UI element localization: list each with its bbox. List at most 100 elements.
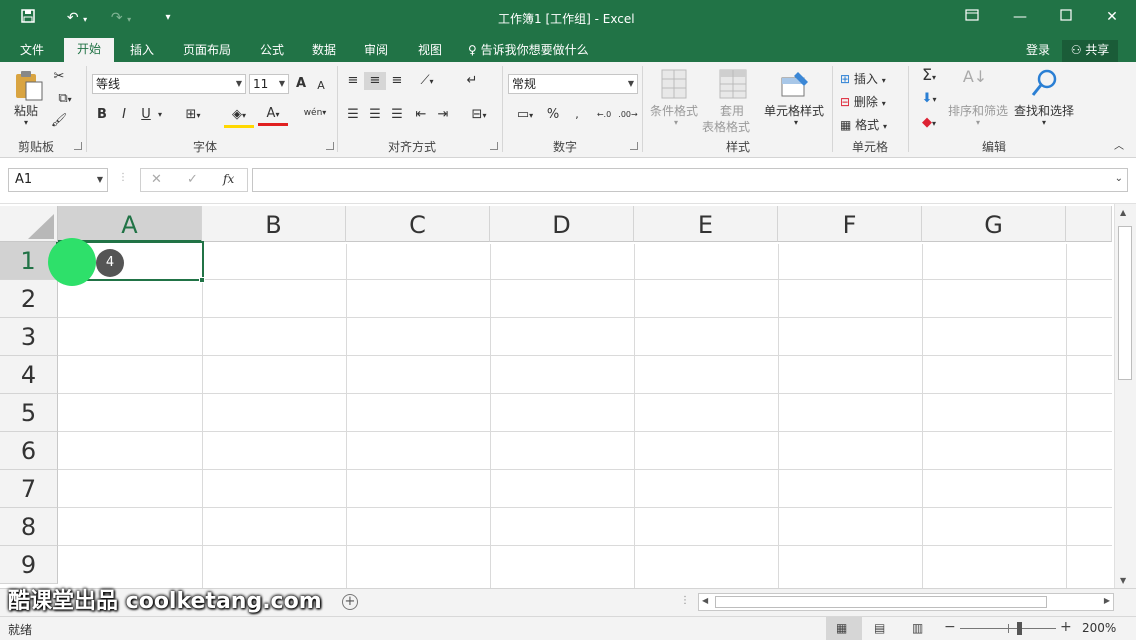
clipboard-launcher-icon[interactable] [74,142,82,150]
worksheet-grid[interactable]: A B C D E F G 1 2 3 4 5 6 7 8 9 4 ▲ ▼ [0,204,1136,588]
save-icon[interactable] [18,8,38,28]
zoom-slider-thumb[interactable] [1017,622,1022,635]
italic-button[interactable]: I [116,106,132,124]
zoom-out-icon[interactable]: − [944,619,956,635]
vertical-scroll-thumb[interactable] [1118,226,1132,380]
vertical-scrollbar[interactable]: ▲ ▼ [1114,204,1136,588]
row-header-8[interactable]: 8 [0,508,58,546]
decrease-font-icon[interactable]: A [314,77,328,95]
copy-icon[interactable]: ⧉▾ [50,90,80,109]
format-cells-button[interactable]: ▦ 格式 ▾ [840,116,887,133]
customize-quick-access-icon[interactable]: ▾ [158,8,178,28]
underline-button[interactable]: U [138,106,154,124]
alignment-launcher-icon[interactable] [490,142,498,150]
decrease-indent-icon[interactable]: ⇤ [412,106,430,124]
paste-icon[interactable] [12,68,46,102]
tab-formulas[interactable]: 公式 [252,40,292,62]
scroll-right-icon[interactable]: ▶ [1104,596,1110,605]
tab-data[interactable]: 数据 [304,40,344,62]
font-launcher-icon[interactable] [326,142,334,150]
column-header-G[interactable]: G [922,206,1066,242]
fill-color-icon[interactable]: ◈▾ [224,106,254,128]
tab-home[interactable]: 开始 [64,38,114,62]
tab-review[interactable]: 审阅 [356,40,396,62]
accounting-format-icon[interactable]: ▭▾ [510,106,540,125]
cell-styles-icon[interactable] [780,68,812,100]
delete-cells-button[interactable]: ⊟ 删除 ▾ [840,93,886,110]
column-header-D[interactable]: D [490,206,634,242]
row-header-4[interactable]: 4 [0,356,58,394]
row-header-6[interactable]: 6 [0,432,58,470]
align-top-icon[interactable]: ≡ [344,72,362,90]
cut-icon[interactable]: ✂ [50,68,68,86]
column-header-partial[interactable] [1066,206,1112,242]
ribbon-display-options-icon[interactable] [960,4,984,30]
tell-me-box[interactable]: ♀ 告诉我你想要做什么 [468,40,608,62]
column-header-E[interactable]: E [634,206,778,242]
increase-indent-icon[interactable]: ⇥ [434,106,452,124]
zoom-in-icon[interactable]: + [1060,619,1072,635]
tab-view[interactable]: 视图 [410,40,450,62]
underline-dropdown-icon[interactable]: ▾ [154,106,166,124]
share-button[interactable]: ⚇ 共享 [1062,40,1118,62]
scroll-left-icon[interactable]: ◀ [702,596,708,605]
page-break-view-icon[interactable]: ▥ [912,621,923,635]
find-select-icon[interactable] [1030,68,1060,98]
column-header-A[interactable]: A [58,206,202,242]
number-format-select[interactable]: 常规 ▼ [508,74,638,94]
column-header-B[interactable]: B [202,206,346,242]
login-link[interactable]: 登录 [1020,40,1056,62]
cell-styles-button[interactable]: 单元格样式 [764,102,824,119]
percent-style-icon[interactable]: % [544,106,562,124]
tab-page-layout[interactable]: 页面布局 [176,40,238,62]
row-header-5[interactable]: 5 [0,394,58,432]
row-header-2[interactable]: 2 [0,280,58,318]
align-center-icon[interactable]: ☰ [366,106,384,124]
fill-handle[interactable] [199,277,205,283]
align-left-icon[interactable]: ☰ [344,106,362,124]
font-size-select[interactable]: 11 ▼ [249,74,289,94]
wrap-text-icon[interactable]: ↵ [462,72,482,90]
increase-decimal-icon[interactable]: ←.0 [594,106,614,124]
paste-dropdown-icon[interactable]: ▾ [24,118,28,127]
insert-function-icon[interactable]: fx [223,172,234,186]
decrease-decimal-icon[interactable]: .00→ [618,106,638,124]
autosum-icon[interactable]: Σ▾ [914,66,944,87]
name-box-dropdown-icon[interactable]: ▼ [97,169,103,191]
orientation-icon[interactable]: ⟋▾ [412,72,442,91]
phonetic-icon[interactable]: wén▾ [300,104,330,122]
find-select-dropdown-icon[interactable]: ▾ [1042,118,1046,127]
row-header-3[interactable]: 3 [0,318,58,356]
row-header-9[interactable]: 9 [0,546,58,584]
horizontal-scroll-thumb[interactable] [715,596,1047,608]
font-name-select[interactable]: 等线 ▼ [92,74,246,94]
tab-insert[interactable]: 插入 [122,40,162,62]
align-middle-icon[interactable]: ≡ [364,72,386,90]
horizontal-scrollbar[interactable]: ◀ ▶ [698,593,1114,611]
minimize-icon[interactable]: — [1008,4,1032,30]
name-box[interactable]: A1 ▼ [8,168,108,192]
paste-button[interactable]: 粘贴 [14,102,38,119]
column-header-F[interactable]: F [778,206,922,242]
select-all-button[interactable] [0,206,58,242]
sheet-divider-icon[interactable]: ⋮ [680,595,690,606]
tab-file[interactable]: 文件 [12,40,52,62]
increase-font-icon[interactable]: A [294,75,308,93]
close-icon[interactable]: ✕ [1100,4,1124,30]
collapse-ribbon-icon[interactable]: ︿ [1112,138,1126,156]
formula-input[interactable]: ⌄ [252,168,1128,192]
maximize-icon[interactable] [1054,4,1078,30]
align-bottom-icon[interactable]: ≡ [388,72,406,90]
column-header-C[interactable]: C [346,206,490,242]
cell-styles-dropdown-icon[interactable]: ▾ [794,118,798,127]
new-sheet-icon[interactable]: + [342,594,358,610]
number-launcher-icon[interactable] [630,142,638,150]
bold-button[interactable]: B [94,106,110,124]
find-select-button[interactable]: 查找和选择 [1014,102,1074,119]
clear-icon[interactable]: ◆▾ [914,114,944,133]
fill-icon[interactable]: ⬇▾ [914,90,944,109]
page-layout-view-icon[interactable]: ▤ [874,621,885,635]
scroll-up-icon[interactable]: ▲ [1120,208,1126,217]
scroll-down-icon[interactable]: ▼ [1120,576,1126,585]
insert-cells-button[interactable]: ⊞ 插入 ▾ [840,70,886,87]
